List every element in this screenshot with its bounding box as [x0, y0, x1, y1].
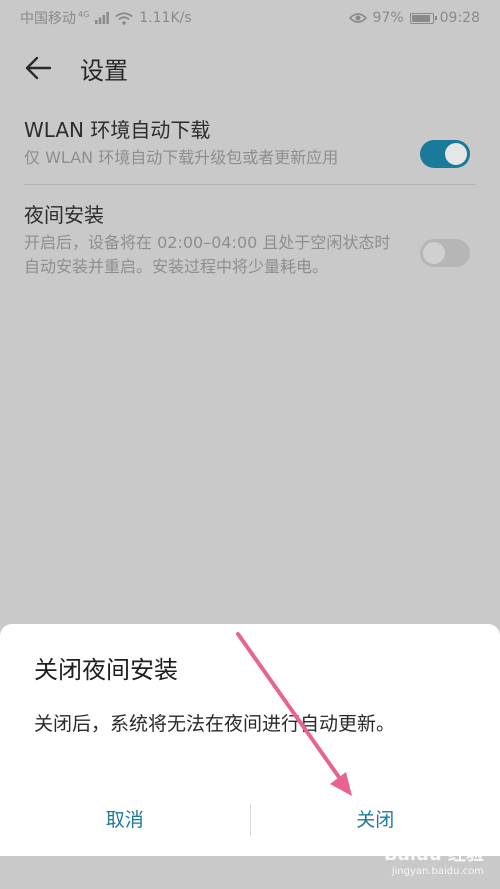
- back-arrow-icon: [25, 56, 52, 80]
- wifi-icon: [115, 11, 133, 25]
- status-bar: 中国移动 4G 1.11K/s 97% 09:28: [0, 0, 500, 36]
- status-right: 97% 09:28: [348, 10, 480, 26]
- carrier-label: 中国移动: [20, 11, 76, 27]
- close-confirm-button[interactable]: 关闭: [251, 798, 500, 842]
- app-bar: 设置: [0, 36, 500, 100]
- watermark-brand: Baidu 经验: [383, 844, 484, 865]
- toggle-knob: [423, 242, 445, 264]
- night-install-toggle[interactable]: [420, 239, 470, 267]
- dialog-actions: 取消 关闭: [0, 798, 500, 842]
- setting-title: 夜间安装: [24, 203, 104, 227]
- confirm-dialog: 关闭夜间安装 关闭后，系统将无法在夜间进行自动更新。 取消 关闭: [0, 624, 500, 856]
- toggle-knob: [445, 143, 467, 165]
- back-button[interactable]: [18, 48, 58, 88]
- dialog-message: 关闭后，系统将无法在夜间进行自动更新。: [34, 713, 396, 735]
- clock: 09:28: [439, 10, 480, 26]
- wlan-auto-download-toggle[interactable]: [420, 140, 470, 168]
- status-left: 中国移动 4G 1.11K/s: [20, 8, 192, 28]
- setting-title: WLAN 环境自动下载: [24, 118, 211, 142]
- setting-description: 开启后，设备将在 02:00–04:00 且处于空闲状态时自动安装并重启。安装过…: [24, 233, 391, 276]
- cancel-button[interactable]: 取消: [0, 798, 250, 842]
- dialog-title: 关闭夜间安装: [34, 656, 178, 684]
- settings-list: WLAN 环境自动下载 仅 WLAN 环境自动下载升级包或者更新应用 夜间安装 …: [0, 100, 500, 279]
- setting-night-install[interactable]: 夜间安装 开启后，设备将在 02:00–04:00 且处于空闲状态时自动安装并重…: [0, 185, 500, 279]
- battery-percent: 97%: [372, 10, 404, 26]
- setting-wlan-auto-download[interactable]: WLAN 环境自动下载 仅 WLAN 环境自动下载升级包或者更新应用: [0, 100, 500, 170]
- signal-icon: [95, 12, 110, 24]
- watermark-url: jingyan.baidu.com: [391, 866, 484, 877]
- battery-icon: [409, 12, 437, 24]
- network-type: 4G: [78, 9, 90, 19]
- setting-description: 仅 WLAN 环境自动下载升级包或者更新应用: [24, 148, 339, 167]
- network-speed: 1.11K/s: [139, 10, 192, 26]
- page-title: 设置: [80, 56, 128, 85]
- watermark: Baidu 经验 jingyan.baidu.com: [384, 840, 484, 877]
- eye-icon: [348, 13, 367, 23]
